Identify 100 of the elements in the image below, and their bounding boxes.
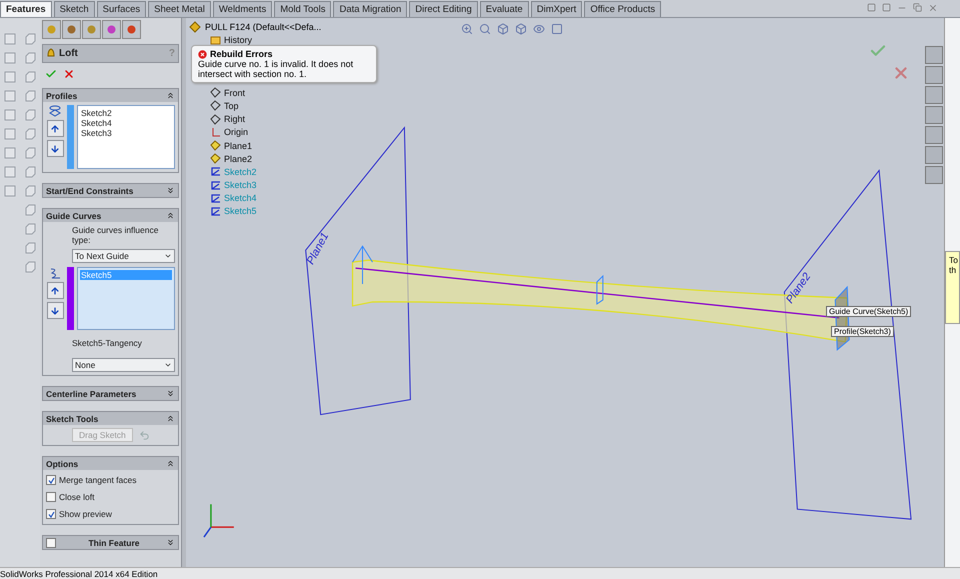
command-icon[interactable] [23,184,37,198]
command-icon[interactable] [3,127,17,141]
panel-splitter[interactable] [181,18,186,567]
window-tile-icon[interactable] [882,2,891,12]
manager-tab[interactable] [42,20,61,39]
tree-root-label[interactable]: PULL F124 (Default<<Defa... [205,22,322,32]
command-tab[interactable]: Data Migration [333,1,408,17]
cancel-icon[interactable] [63,68,75,80]
down-arrow-icon[interactable] [50,144,60,154]
command-icon[interactable] [3,165,17,179]
collapse-icon[interactable] [166,91,175,100]
collapse-icon[interactable] [166,414,175,423]
command-icon[interactable] [23,165,37,179]
command-icon[interactable] [23,70,37,84]
move-down-button[interactable] [46,140,64,157]
close-icon[interactable] [928,2,938,12]
profiles-list[interactable]: Sketch2 Sketch4 Sketch3 [77,105,175,169]
command-icon[interactable] [23,51,37,65]
tree-item[interactable]: History [224,34,252,45]
command-icon[interactable] [23,241,37,255]
command-tab[interactable]: Weldments [212,1,272,17]
list-item[interactable]: Sketch2 [80,108,172,118]
manager-tab-icon[interactable] [66,24,77,35]
window-tile-icon[interactable] [867,2,876,12]
expand-icon[interactable] [166,538,175,547]
move-down-button[interactable] [46,302,64,319]
manager-tab-icon[interactable] [106,24,117,35]
manager-tab[interactable] [82,20,101,39]
list-item[interactable]: Sketch3 [80,128,172,138]
command-icon[interactable] [3,184,17,198]
checkbox[interactable] [46,492,56,502]
command-icon[interactable] [3,51,17,65]
section-header[interactable]: Guide Curves [43,209,178,222]
move-up-button[interactable] [46,282,64,299]
command-tab[interactable]: Features [0,1,52,17]
influence-dropdown[interactable]: To Next Guide [72,249,175,263]
view-cube-icon[interactable] [497,23,509,35]
display-icon[interactable] [551,23,563,35]
checkbox[interactable] [46,475,56,485]
command-tab[interactable]: Evaluate [480,1,529,17]
tangency-dropdown[interactable]: None [72,358,175,372]
tree-item[interactable]: Top [224,100,239,111]
undo-icon[interactable] [138,430,150,440]
task-pane-tab[interactable] [925,146,943,164]
command-tab[interactable]: DimXpert [530,1,582,17]
task-pane-tab[interactable] [925,126,943,144]
tree-item[interactable]: Plane2 [224,154,252,164]
section-header[interactable]: Start/End Constraints [43,184,178,197]
zoom-icon[interactable] [461,23,473,35]
manager-tab[interactable] [62,20,81,39]
ok-check-icon[interactable] [45,68,57,80]
task-pane-tab[interactable] [925,66,943,84]
task-pane-tab[interactable] [925,46,943,64]
command-icon[interactable] [23,108,37,122]
tree-item[interactable]: Front [224,88,246,98]
command-tab[interactable]: Sheet Metal [148,1,211,17]
command-icon[interactable] [3,32,17,46]
task-pane-tab[interactable] [925,106,943,124]
command-icon[interactable] [23,146,37,160]
command-icon[interactable] [23,127,37,141]
command-icon[interactable] [23,32,37,46]
manager-tab-icon[interactable] [46,24,57,35]
list-item[interactable]: Sketch4 [80,118,172,128]
command-icon[interactable] [23,203,37,217]
tree-item[interactable]: Origin [224,127,248,138]
command-tab[interactable]: Direct Editing [409,1,478,17]
tree-item[interactable]: Plane1 [224,140,252,151]
section-header[interactable]: Thin Feature [43,536,178,549]
manager-tab[interactable] [102,20,121,39]
section-header[interactable]: Centerline Parameters [43,387,178,400]
manager-tab-icon[interactable] [126,24,137,35]
collapse-icon[interactable] [166,211,175,220]
caret-icon[interactable] [164,361,172,369]
expand-icon[interactable] [166,186,175,195]
task-pane-tab[interactable] [925,86,943,104]
search-icon[interactable] [479,23,491,35]
command-tab[interactable]: Mold Tools [274,1,332,17]
command-icon[interactable] [23,222,37,236]
move-up-button[interactable] [46,120,64,137]
command-icon[interactable] [3,70,17,84]
command-icon[interactable] [23,260,37,274]
command-icon[interactable] [3,108,17,122]
section-header[interactable]: Options [43,457,178,470]
up-arrow-icon[interactable] [50,124,60,134]
cube-icon[interactable] [515,23,527,35]
tree-item[interactable]: Right [224,114,246,124]
section-header[interactable]: Profiles [43,89,178,102]
restore-icon[interactable] [913,2,922,12]
collapse-icon[interactable] [166,459,175,468]
command-icon[interactable] [23,89,37,103]
expand-icon[interactable] [166,389,175,398]
up-arrow-icon[interactable] [50,286,60,296]
command-tab[interactable]: Sketch [54,1,95,17]
down-arrow-icon[interactable] [50,306,60,316]
checkbox[interactable] [46,538,56,548]
command-icon[interactable] [3,146,17,160]
task-pane-tab[interactable] [925,166,943,184]
command-tab[interactable]: Surfaces [96,1,146,17]
manager-tab[interactable] [122,20,141,39]
manager-tab-icon[interactable] [86,24,97,35]
